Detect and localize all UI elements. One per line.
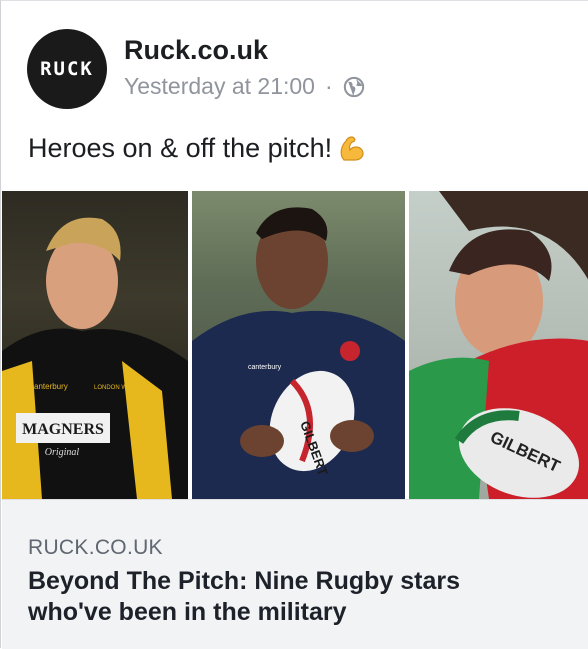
globe-icon[interactable]: [343, 76, 365, 98]
player-england-photo: GILBERT canterbury: [192, 191, 405, 499]
link-preview[interactable]: RUCK.CO.UK Beyond The Pitch: Nine Rugby …: [2, 499, 588, 649]
post-message: Heroes on & off the pitch!: [28, 131, 368, 165]
link-image-collage[interactable]: MAGNERS canterbury LONDON WASPS Original…: [2, 191, 588, 499]
magners-sponsor-text: MAGNERS: [22, 421, 104, 438]
avatar-logo-text: RUCK: [40, 58, 94, 80]
original-text: Original: [45, 447, 80, 458]
page-avatar[interactable]: RUCK: [27, 29, 107, 109]
canterbury-text: canterbury: [30, 382, 68, 391]
post-message-text: Heroes on & off the pitch!: [28, 132, 333, 163]
post-meta: Yesterday at 21:00 ·: [124, 73, 365, 100]
post-header: RUCK Ruck.co.uk Yesterday at 21:00 ·: [27, 29, 567, 111]
wasps-crest-text: LONDON WASPS: [94, 385, 143, 391]
page-name-link[interactable]: Ruck.co.uk: [124, 35, 268, 66]
link-title[interactable]: Beyond The Pitch: Nine Rugby stars who'v…: [28, 566, 548, 628]
post-timestamp[interactable]: Yesterday at 21:00: [124, 73, 315, 100]
link-domain: RUCK.CO.UK: [28, 536, 163, 559]
england-canterbury-text: canterbury: [248, 364, 282, 371]
flexed-biceps-emoji-icon: [334, 131, 368, 165]
facebook-post-card: RUCK Ruck.co.uk Yesterday at 21:00 · Her…: [0, 0, 588, 649]
meta-separator: ·: [324, 73, 333, 99]
player-wasps-photo: MAGNERS canterbury LONDON WASPS Original: [2, 191, 188, 499]
player-wales-photo: GILBERT: [409, 191, 588, 499]
